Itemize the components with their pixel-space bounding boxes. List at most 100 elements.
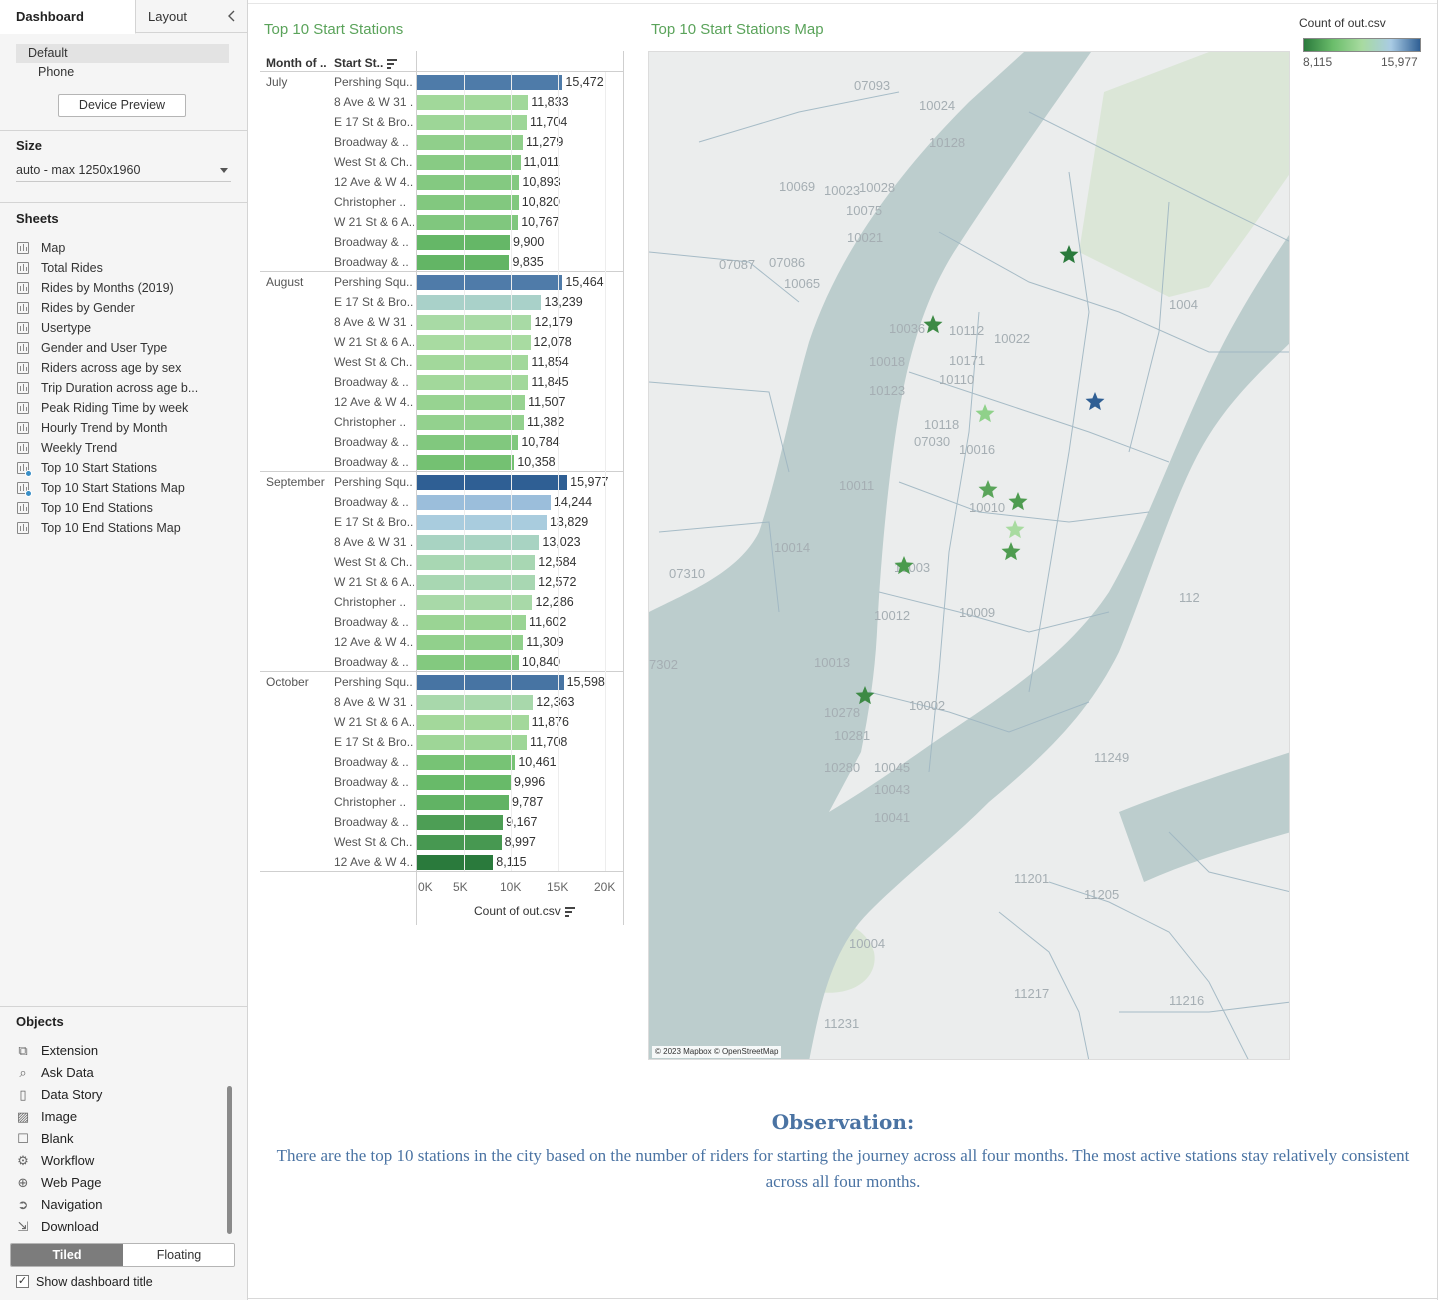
object-item[interactable]: ⧉ Extension (16, 1040, 226, 1062)
station-label[interactable]: 12 Ave & W 4.. (334, 394, 414, 410)
station-label[interactable]: Broadway & .. (334, 654, 414, 670)
bar[interactable] (417, 215, 519, 230)
sheet-item[interactable]: Usertype (16, 318, 241, 338)
station-label[interactable]: 12 Ave & W 4.. (334, 854, 414, 870)
bar[interactable] (417, 335, 531, 350)
object-item[interactable]: ⌕ Ask Data (16, 1062, 226, 1084)
objects-scrollbar[interactable] (227, 1086, 232, 1234)
bar[interactable] (417, 175, 520, 190)
tiled-button[interactable]: Tiled (11, 1244, 123, 1266)
object-item[interactable]: ⇲ Download (16, 1216, 226, 1238)
bar[interactable] (417, 535, 540, 550)
sheet-item[interactable]: Gender and User Type (16, 338, 241, 358)
sheet-item[interactable]: Map (16, 238, 241, 258)
bar[interactable] (417, 455, 515, 470)
station-label[interactable]: Broadway & .. (334, 254, 414, 270)
station-label[interactable]: Broadway & .. (334, 494, 414, 510)
bar[interactable] (417, 815, 504, 830)
station-label[interactable]: 8 Ave & W 31 .. (334, 694, 414, 710)
device-default[interactable]: Default (16, 44, 229, 63)
bar[interactable] (417, 615, 527, 630)
sheet-item[interactable]: Riders across age by sex (16, 358, 241, 378)
bar[interactable] (417, 855, 494, 870)
sort-descending-icon[interactable] (564, 907, 575, 917)
device-phone[interactable]: Phone (16, 63, 229, 82)
station-label[interactable]: Broadway & .. (334, 754, 414, 770)
station-label[interactable]: West St & Ch.. (334, 354, 414, 370)
sheet-item[interactable]: Trip Duration across age b... (16, 378, 241, 398)
object-item[interactable]: ☐ Blank (16, 1128, 226, 1150)
station-label[interactable]: E 17 St & Bro.. (334, 114, 414, 130)
sheet-item[interactable]: Hourly Trend by Month (16, 418, 241, 438)
station-label[interactable]: Pershing Squ.. (334, 274, 414, 290)
station-label[interactable]: Christopher .. (334, 794, 414, 810)
bar[interactable] (417, 395, 526, 410)
station-label[interactable]: 8 Ave & W 31 .. (334, 94, 414, 110)
sheet-item[interactable]: Weekly Trend (16, 438, 241, 458)
station-column-header[interactable]: Start St.. (334, 55, 398, 71)
size-dropdown[interactable]: auto - max 1250x1960 (16, 160, 231, 182)
station-label[interactable]: W 21 St & 6 A.. (334, 214, 414, 230)
bar[interactable] (417, 515, 547, 530)
bar[interactable] (417, 155, 521, 170)
station-label[interactable]: Christopher .. (334, 414, 414, 430)
object-item[interactable]: ▨ Image (16, 1106, 226, 1128)
station-label[interactable]: Broadway & .. (334, 134, 414, 150)
bar[interactable] (417, 475, 568, 490)
show-dashboard-title-option[interactable]: ✓ Show dashboard title (16, 1274, 153, 1290)
station-label[interactable]: W 21 St & 6 A.. (334, 714, 414, 730)
station-label[interactable]: 12 Ave & W 4.. (334, 174, 414, 190)
bar[interactable] (417, 435, 519, 450)
sheet-item[interactable]: Rides by Months (2019) (16, 278, 241, 298)
sheet-item[interactable]: Rides by Gender (16, 298, 241, 318)
x-axis-title[interactable]: Count of out.csv (474, 903, 575, 919)
station-label[interactable]: West St & Ch.. (334, 834, 414, 850)
color-legend-ramp[interactable] (1303, 38, 1421, 52)
station-label[interactable]: E 17 St & Bro.. (334, 734, 414, 750)
bar[interactable] (417, 755, 516, 770)
station-label[interactable]: W 21 St & 6 A.. (334, 334, 414, 350)
station-label[interactable]: Broadway & .. (334, 814, 414, 830)
bar[interactable] (417, 655, 519, 670)
month-column-header[interactable]: Month of .. (266, 55, 327, 71)
bar[interactable] (417, 135, 524, 150)
station-label[interactable]: Broadway & .. (334, 234, 414, 250)
month-label[interactable]: October (266, 674, 309, 690)
show-title-checkbox[interactable]: ✓ (16, 1275, 29, 1288)
station-label[interactable]: W 21 St & 6 A.. (334, 574, 414, 590)
object-item[interactable]: ▯ Data Story (16, 1084, 226, 1106)
station-label[interactable]: Broadway & .. (334, 434, 414, 450)
station-label[interactable]: 8 Ave & W 31 .. (334, 534, 414, 550)
device-preview-button[interactable]: Device Preview (58, 94, 186, 117)
bar[interactable] (417, 575, 536, 590)
month-label[interactable]: July (266, 74, 287, 90)
station-label[interactable]: 8 Ave & W 31 .. (334, 314, 414, 330)
bar[interactable] (417, 675, 564, 690)
bar[interactable] (417, 695, 534, 710)
bar[interactable] (417, 555, 536, 570)
sheet-item[interactable]: Top 10 End Stations (16, 498, 241, 518)
start-stations-map[interactable]: 07093 10024 10128 10069 10023 10028 10075 10021… (648, 51, 1290, 1060)
station-label[interactable]: 12 Ave & W 4.. (334, 634, 414, 650)
station-label[interactable]: Broadway & .. (334, 454, 414, 470)
sheet-item[interactable]: Total Rides (16, 258, 241, 278)
tab-dashboard[interactable]: Dashboard (0, 0, 136, 34)
month-label[interactable]: August (266, 274, 303, 290)
station-label[interactable]: Pershing Squ.. (334, 74, 414, 90)
object-item[interactable]: ⚙ Workflow (16, 1150, 226, 1172)
station-label[interactable]: E 17 St & Bro.. (334, 294, 414, 310)
bar[interactable] (417, 795, 509, 810)
sheet-item[interactable]: Top 10 Start Stations Map (16, 478, 241, 498)
bar[interactable] (417, 295, 542, 310)
bar[interactable] (417, 315, 532, 330)
station-label[interactable]: Pershing Squ.. (334, 674, 414, 690)
bar[interactable] (417, 275, 563, 290)
tab-layout[interactable]: Layout (136, 0, 226, 33)
station-label[interactable]: West St & Ch.. (334, 154, 414, 170)
bar[interactable] (417, 415, 524, 430)
sheet-item[interactable]: Top 10 End Stations Map (16, 518, 241, 538)
sort-descending-icon[interactable] (387, 59, 398, 69)
bar[interactable] (417, 635, 524, 650)
sheet-item[interactable]: Top 10 Start Stations (16, 458, 241, 478)
bar[interactable] (417, 75, 563, 90)
